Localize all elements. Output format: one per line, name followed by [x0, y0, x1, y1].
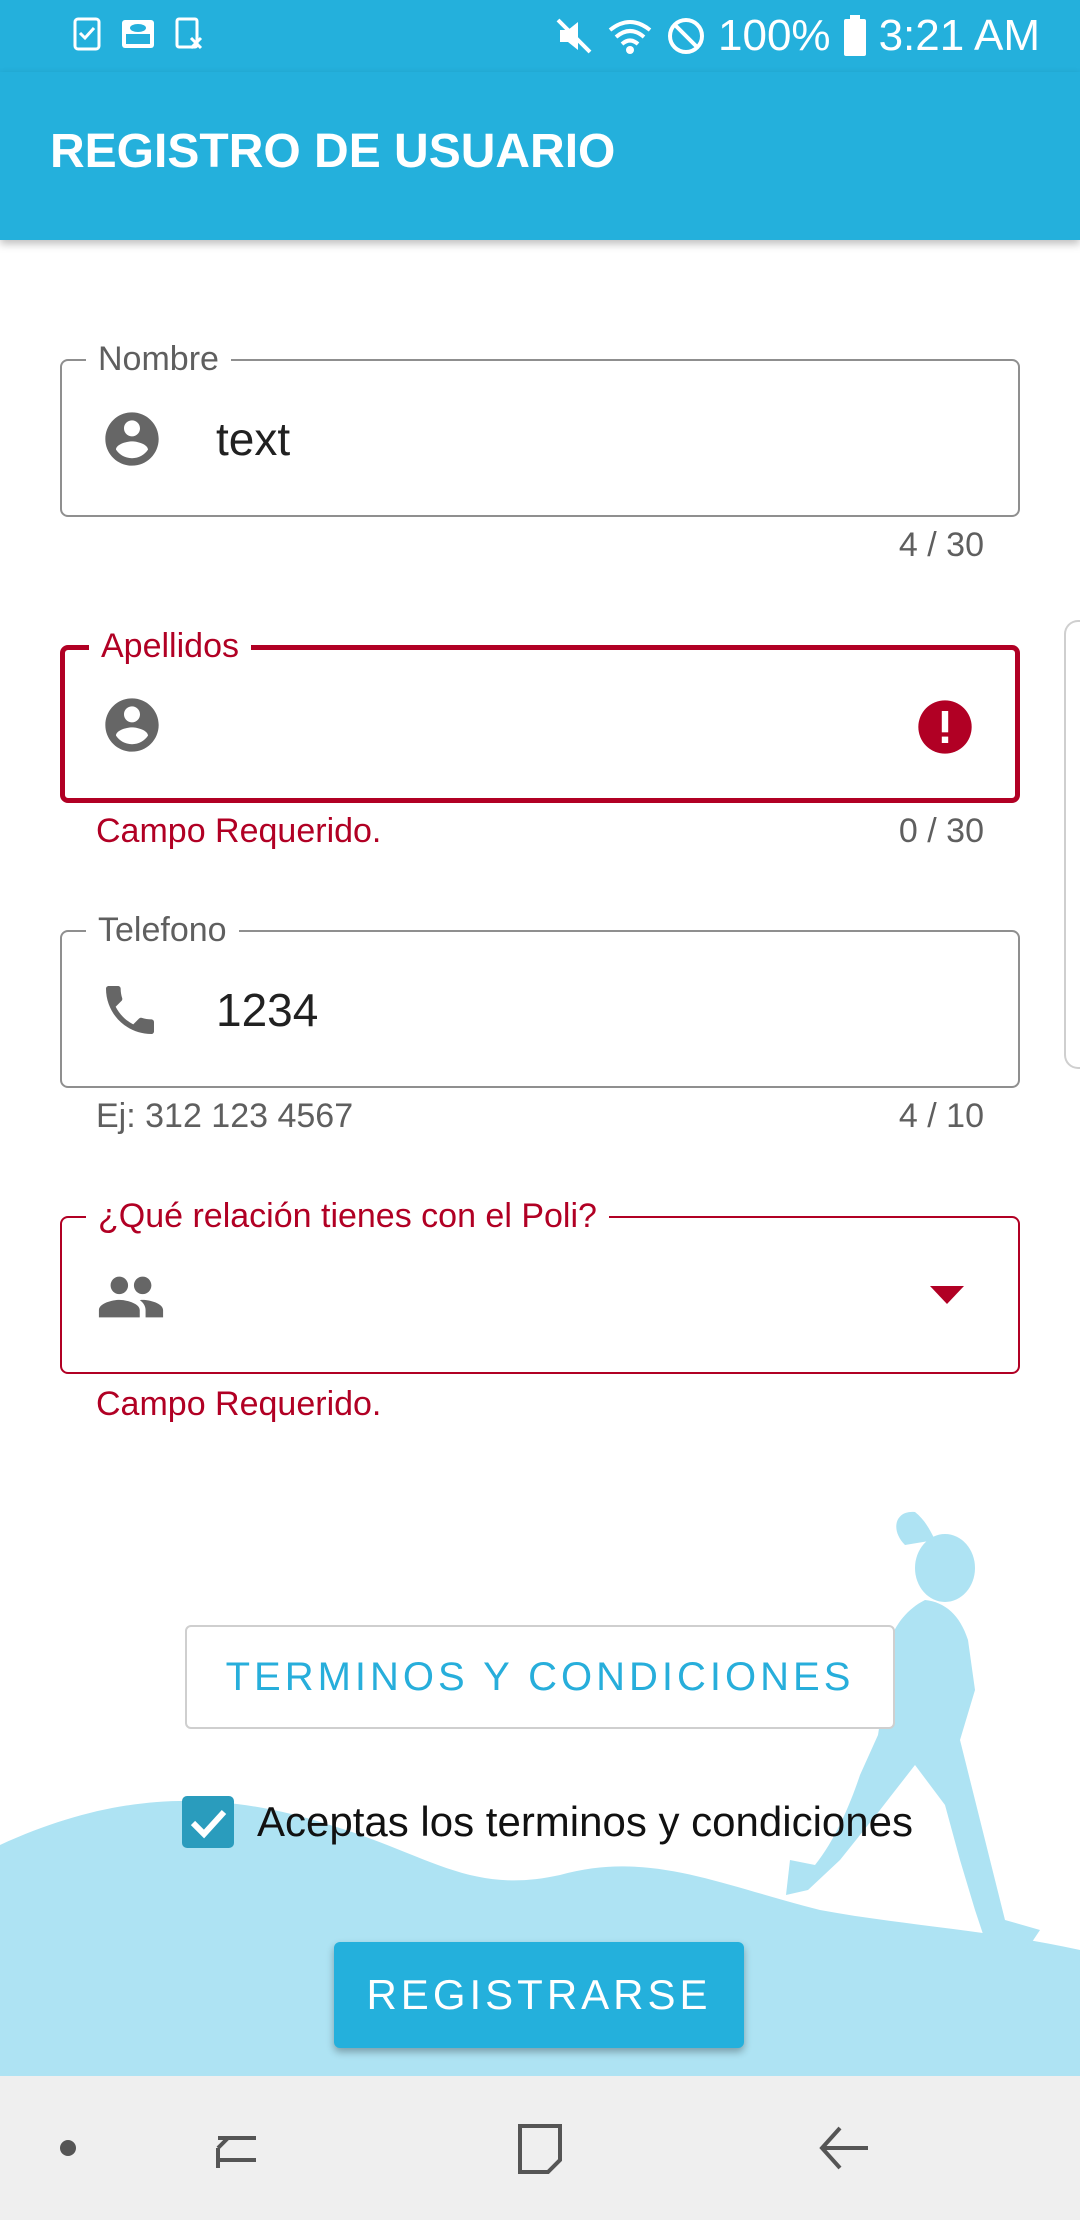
terms-button[interactable]: TERMINOS Y CONDICIONES — [185, 1625, 895, 1729]
apellidos-label: Apellidos — [89, 626, 251, 666]
scroll-indicator — [1064, 620, 1080, 1069]
people-icon — [98, 1276, 164, 1318]
telefono-helper: Ej: 312 123 4567 — [96, 1097, 354, 1135]
accept-label[interactable]: Aceptas los terminos y condiciones — [257, 1798, 913, 1846]
page-title: REGISTRO DE USUARIO — [50, 125, 616, 178]
register-button[interactable]: REGISTRARSE — [334, 1942, 744, 2048]
apellidos-error: Campo Requerido. — [96, 812, 382, 850]
relacion-error: Campo Requerido. — [96, 1385, 382, 1423]
account-circle-icon — [105, 698, 159, 752]
telefono-field[interactable]: Telefono 1234 — [60, 910, 1020, 1088]
phone-icon — [106, 986, 154, 1034]
task-check-icon — [73, 17, 101, 51]
status-notification-icons — [72, 16, 204, 52]
dot-icon[interactable] — [36, 2116, 100, 2180]
dropdown-arrow-icon[interactable] — [930, 1286, 964, 1304]
nombre-field[interactable]: Nombre text — [60, 339, 1020, 517]
nav-bar — [0, 2076, 1080, 2220]
battery-percent: 100% — [718, 11, 831, 60]
apellidos-field[interactable]: Apellidos — [60, 626, 1020, 803]
recents-icon[interactable] — [206, 2116, 270, 2180]
relacion-label: ¿Qué relación tienes con el Poli? — [86, 1196, 609, 1236]
mute-icon — [556, 18, 592, 54]
telefono-counter: 4 / 10 — [898, 1097, 984, 1135]
checkmark-icon — [190, 1809, 227, 1839]
status-bar: 100% 3:21 AM — [0, 0, 1080, 72]
wifi-icon — [608, 20, 652, 54]
telefono-label: Telefono — [86, 910, 239, 950]
cloud-screen-icon — [122, 20, 154, 48]
block-icon — [668, 18, 705, 54]
nombre-input[interactable]: text — [216, 409, 290, 469]
back-icon[interactable] — [812, 2116, 876, 2180]
app-bar: REGISTRO DE USUARIO — [0, 72, 1080, 240]
accept-checkbox[interactable] — [182, 1796, 234, 1848]
apellidos-counter: 0 / 30 — [898, 812, 984, 850]
account-circle-icon — [105, 412, 159, 466]
nombre-label: Nombre — [86, 339, 231, 379]
telefono-input[interactable]: 1234 — [216, 980, 318, 1040]
nombre-counter: 4 / 30 — [898, 526, 984, 564]
status-system: 100% 3:21 AM — [554, 10, 1040, 62]
status-time: 3:21 AM — [878, 11, 1040, 60]
relacion-dropdown[interactable]: ¿Qué relación tienes con el Poli? — [60, 1196, 1020, 1374]
error-icon — [918, 700, 972, 754]
sheet-close-icon — [175, 17, 203, 50]
battery-icon — [843, 15, 866, 56]
home-icon[interactable] — [508, 2116, 572, 2180]
